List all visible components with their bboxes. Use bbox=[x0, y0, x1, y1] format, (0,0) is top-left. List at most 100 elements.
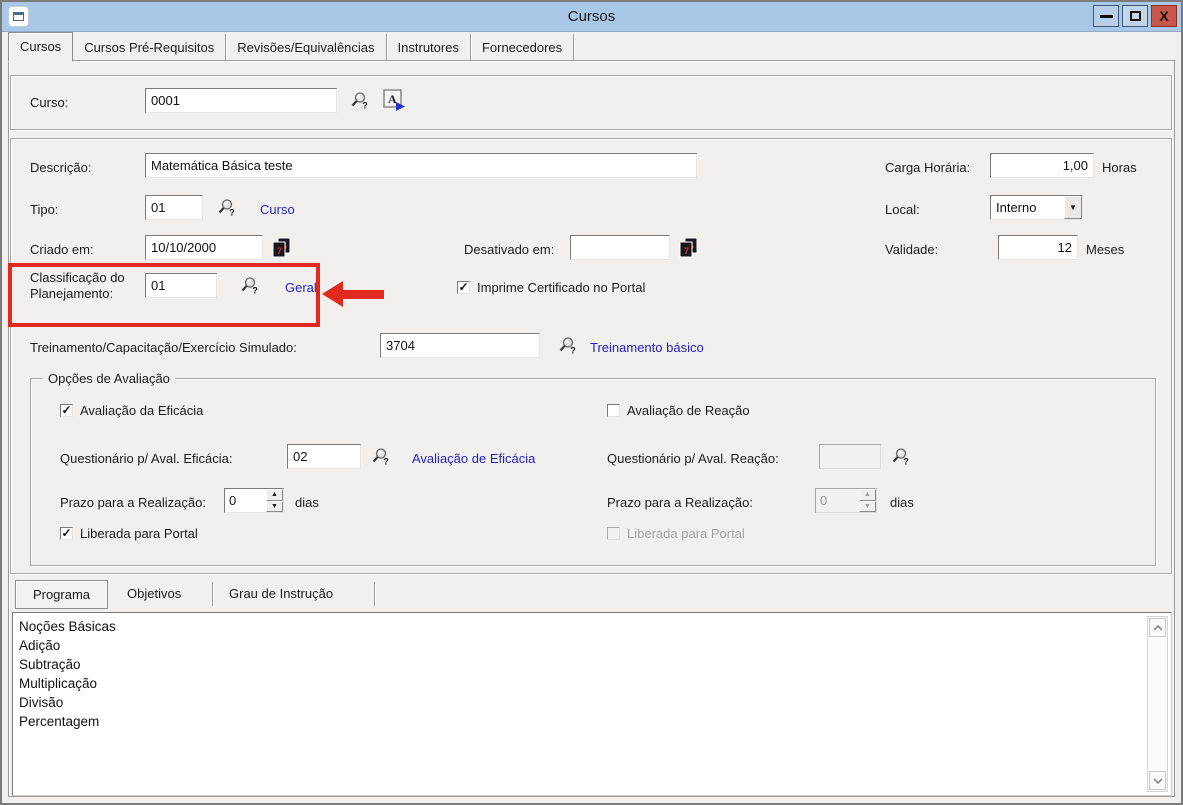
checkbox-label: Avaliação da Eficácia bbox=[80, 403, 203, 418]
tab-cursos[interactable]: Cursos bbox=[8, 32, 73, 62]
svg-text:A: A bbox=[388, 92, 397, 106]
cursos-window: Cursos X Cursos Cursos Pré-Requisitos Re… bbox=[0, 0, 1183, 805]
chevron-down-icon[interactable]: ▼ bbox=[1064, 196, 1082, 219]
prazo-reacao-label: Prazo para a Realização: bbox=[607, 495, 753, 510]
criado-em-input[interactable] bbox=[145, 235, 263, 260]
prazo-eficacia-input[interactable] bbox=[225, 489, 266, 512]
letter-a-arrow-icon[interactable]: A bbox=[383, 89, 407, 112]
checkbox-label: Liberada para Portal bbox=[627, 526, 745, 541]
chevron-up-icon bbox=[1152, 624, 1164, 632]
programa-textarea[interactable]: Noções Básicas Adição Subtração Multipli… bbox=[12, 612, 1172, 796]
tab-separator bbox=[374, 582, 375, 606]
validade-input[interactable] bbox=[998, 235, 1078, 260]
svg-text:?: ? bbox=[362, 101, 368, 111]
checkbox-avaliacao-reacao[interactable]: Avaliação de Reação bbox=[607, 403, 750, 418]
checkbox-avaliacao-eficacia[interactable]: ✓ Avaliação da Eficácia bbox=[60, 403, 203, 418]
arrow-shaft bbox=[341, 290, 384, 299]
close-button[interactable]: X bbox=[1151, 5, 1177, 27]
tab-revisoes-equivalencias[interactable]: Revisões/Equivalências bbox=[226, 34, 386, 60]
descricao-label: Descrição: bbox=[30, 160, 91, 175]
prazo-eficacia-label: Prazo para a Realização: bbox=[60, 495, 206, 510]
local-dropdown[interactable]: Interno ▼ bbox=[990, 195, 1083, 220]
spin-down-icon: ▼ bbox=[859, 501, 876, 513]
checkbox-box[interactable]: ✓ bbox=[60, 527, 73, 540]
search-help-icon[interactable]: ? bbox=[890, 447, 912, 467]
programa-text[interactable]: Noções Básicas Adição Subtração Multipli… bbox=[19, 617, 1139, 791]
tab-cursos-pre-requisitos[interactable]: Cursos Pré-Requisitos bbox=[73, 34, 226, 60]
prazo-reacao-unit: dias bbox=[890, 495, 914, 510]
checkbox-box bbox=[607, 527, 620, 540]
quest-eficacia-label: Questionário p/ Aval. Eficácia: bbox=[60, 451, 232, 466]
tipo-input[interactable] bbox=[145, 195, 203, 220]
chevron-down-icon bbox=[1152, 777, 1164, 785]
checkbox-label: Liberada para Portal bbox=[80, 526, 198, 541]
calendar-icon[interactable]: 6 7 bbox=[270, 237, 292, 258]
criado-em-label: Criado em: bbox=[30, 242, 94, 257]
quest-reacao-input bbox=[819, 444, 881, 469]
desativado-em-label: Desativado em: bbox=[464, 242, 554, 257]
prazo-eficacia-stepper[interactable]: ▲ ▼ bbox=[224, 488, 284, 513]
close-icon: X bbox=[1159, 9, 1168, 23]
prazo-reacao-stepper: ▲ ▼ bbox=[815, 488, 877, 513]
checkbox-label: Avaliação de Reação bbox=[627, 403, 750, 418]
arrow-head bbox=[322, 281, 343, 307]
svg-text:?: ? bbox=[383, 457, 389, 467]
curso-input[interactable] bbox=[145, 88, 337, 113]
treinamento-input[interactable] bbox=[380, 333, 540, 358]
tab-programa[interactable]: Programa bbox=[15, 580, 108, 609]
local-selected-value: Interno bbox=[991, 196, 1064, 219]
checkbox-imprime-certificado[interactable]: ✓ Imprime Certificado no Portal bbox=[457, 280, 645, 295]
quest-reacao-label: Questionário p/ Aval. Reação: bbox=[607, 451, 779, 466]
treinamento-label: Treinamento/Capacitação/Exercício Simula… bbox=[30, 340, 297, 355]
search-help-icon[interactable]: ? bbox=[349, 91, 371, 111]
prazo-eficacia-unit: dias bbox=[295, 495, 319, 510]
search-help-icon[interactable]: ? bbox=[557, 336, 579, 356]
prazo-reacao-input bbox=[816, 489, 859, 512]
local-label: Local: bbox=[885, 202, 920, 217]
svg-text:?: ? bbox=[229, 208, 235, 218]
tab-instrutores[interactable]: Instrutores bbox=[387, 34, 471, 60]
validade-unit: Meses bbox=[1086, 242, 1124, 257]
tipo-label: Tipo: bbox=[30, 202, 58, 217]
group-title: Opções de Avaliação bbox=[43, 371, 175, 386]
checkbox-liberada-portal-eficacia[interactable]: ✓ Liberada para Portal bbox=[60, 526, 198, 541]
scroll-down-button[interactable] bbox=[1149, 771, 1166, 790]
search-help-icon[interactable]: ? bbox=[370, 447, 392, 467]
checkbox-box[interactable]: ✓ bbox=[457, 281, 470, 294]
carga-horaria-input[interactable] bbox=[990, 153, 1094, 178]
spin-up-icon[interactable]: ▲ bbox=[266, 489, 283, 501]
desativado-em-input[interactable] bbox=[570, 235, 670, 260]
checkbox-label: Imprime Certificado no Portal bbox=[477, 280, 645, 295]
carga-horaria-unit: Horas bbox=[1102, 160, 1137, 175]
svg-text:?: ? bbox=[570, 346, 576, 356]
svg-text:7: 7 bbox=[277, 246, 282, 256]
spin-up-icon: ▲ bbox=[859, 489, 876, 501]
treinamento-link[interactable]: Treinamento básico bbox=[590, 340, 704, 355]
scroll-up-button[interactable] bbox=[1149, 618, 1166, 637]
search-help-icon[interactable]: ? bbox=[216, 198, 238, 218]
window-title: Cursos bbox=[2, 8, 1181, 25]
main-tabstrip: Cursos Cursos Pré-Requisitos Revisões/Eq… bbox=[8, 33, 574, 61]
checkbox-box[interactable] bbox=[607, 404, 620, 417]
quest-eficacia-input[interactable] bbox=[287, 444, 361, 469]
maximize-button[interactable] bbox=[1122, 5, 1148, 27]
validade-label: Validade: bbox=[885, 242, 938, 257]
spin-down-icon[interactable]: ▼ bbox=[266, 501, 283, 513]
vertical-scrollbar[interactable] bbox=[1147, 616, 1168, 792]
tab-separator bbox=[212, 582, 213, 606]
descricao-input[interactable] bbox=[145, 153, 697, 178]
tipo-link[interactable]: Curso bbox=[260, 202, 295, 217]
check-mark: ✓ bbox=[61, 404, 71, 416]
minimize-button[interactable] bbox=[1093, 5, 1119, 27]
checkbox-box[interactable]: ✓ bbox=[60, 404, 73, 417]
tab-grau-instrucao[interactable]: Grau de Instrução bbox=[229, 586, 333, 601]
title-bar: Cursos X bbox=[2, 2, 1181, 32]
svg-text:7: 7 bbox=[684, 246, 689, 256]
quest-eficacia-link[interactable]: Avaliação de Eficácia bbox=[412, 451, 535, 466]
checkbox-liberada-portal-reacao: Liberada para Portal bbox=[607, 526, 745, 541]
minimize-icon bbox=[1100, 15, 1113, 18]
tab-objetivos[interactable]: Objetivos bbox=[127, 586, 181, 601]
red-left-arrow bbox=[322, 281, 384, 307]
tab-fornecedores[interactable]: Fornecedores bbox=[471, 34, 574, 60]
calendar-icon[interactable]: 6 7 bbox=[677, 237, 699, 258]
